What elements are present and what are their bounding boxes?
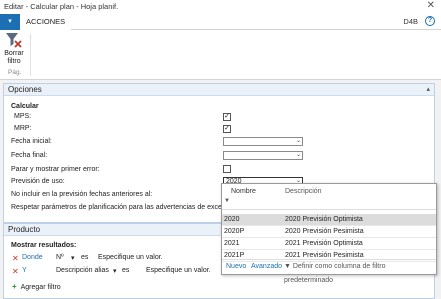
filter-value-input[interactable]: Especifique un valor. <box>146 267 211 274</box>
parar-checkbox[interactable] <box>223 165 231 173</box>
respetar-label: Respetar parámetros de planificación par… <box>11 204 241 211</box>
dropdown-row[interactable]: 2020 2020 Previsión Optimista <box>222 214 436 226</box>
prevision-dropdown: Nombre Descripción ▼ 2020 2020 Previsión… <box>221 183 437 284</box>
window-title: Editar - Calcular plan - Hoja planif. <box>4 2 119 11</box>
ribbon-separator <box>30 34 31 76</box>
company-label: D4B <box>403 17 418 26</box>
definir-filtro-link[interactable]: ▼ Definir como columna de filtro predete… <box>284 260 436 288</box>
agregar-filtro-label: Agregar filtro <box>20 284 61 291</box>
filter-icon: ▼ <box>284 263 293 270</box>
mrp-label: MRP: <box>14 125 32 132</box>
fecha-final-label: Fecha final: <box>11 152 48 159</box>
mrp-checkbox[interactable]: ✓ <box>223 125 231 133</box>
filter-connector: Y <box>22 267 27 274</box>
filter-field-dropdown-icon[interactable]: ▾ <box>71 254 75 262</box>
dropdown-row[interactable]: 2020P 2020 Previsión Pesimista <box>222 226 436 238</box>
row-descripcion: 2020 Previsión Optimista <box>285 216 363 223</box>
row-nombre: 2020 <box>224 216 240 223</box>
parar-label: Parar y mostrar primer error: <box>11 166 100 173</box>
dropdown-row[interactable]: 2021 2021 Previsión Optimista <box>222 238 436 250</box>
tab-acciones[interactable]: ACCIONES <box>20 14 72 30</box>
filter-row: ✕ Donde Nº ▾ es Especifique un valor. <box>12 254 222 263</box>
definir-label: Definir como columna de filtro predeterm… <box>284 263 386 284</box>
row-descripcion: 2021 Previsión Optimista <box>285 240 363 247</box>
window-titlebar: Editar - Calcular plan - Hoja planif. ✕ <box>0 0 441 14</box>
ribbon-group-label: Pág. <box>8 69 22 76</box>
dropdown-header: Nombre Descripción ▼ <box>222 184 436 204</box>
header-divider <box>222 209 436 210</box>
filter-row: ✕ Y Descripción alias ▾ es Especifique u… <box>12 267 222 276</box>
chevron-down-icon[interactable]: ⌄ <box>296 138 301 145</box>
filter-field[interactable]: Nº <box>56 254 64 261</box>
fecha-inicial-label: Fecha inicial: <box>11 138 52 145</box>
filter-operator[interactable]: es <box>122 267 129 274</box>
help-icon[interactable]: ? <box>425 16 435 26</box>
filter-icon[interactable]: ▼ <box>224 198 230 204</box>
opciones-title: Opciones <box>8 85 42 94</box>
agregar-filtro-button[interactable]: + Agregar filtro <box>12 282 61 291</box>
app-menu-button[interactable]: ▾ <box>0 14 20 30</box>
filter-connector: Donde <box>22 254 43 261</box>
remove-filter-icon[interactable]: ✕ <box>12 267 19 276</box>
mps-checkbox[interactable]: ✓ <box>223 113 231 121</box>
prevision-label: Previsión de uso: <box>11 178 65 185</box>
plus-icon: + <box>12 282 17 291</box>
borrar-filtro-label: Borrar filtro <box>4 50 24 65</box>
filter-operator[interactable]: es <box>81 254 88 261</box>
avanzado-link[interactable]: Avanzado <box>251 260 282 274</box>
remove-filter-icon[interactable]: ✕ <box>12 254 19 263</box>
filter-value-input[interactable]: Especifique un valor. <box>98 254 163 261</box>
ribbon-tabs: ▾ ACCIONES D4B ? <box>0 14 441 30</box>
borrar-filtro-button[interactable]: Borrar filtro <box>3 32 25 66</box>
nuevo-link[interactable]: Nuevo <box>226 260 246 274</box>
mostrar-resultados-label: Mostrar resultados: <box>11 242 77 249</box>
chevron-down-icon[interactable]: ⌄ <box>296 152 301 159</box>
dropdown-footer: Nuevo Avanzado ▼ Definir como columna de… <box>222 259 436 284</box>
fecha-inicial-field[interactable]: ⌄ <box>223 137 303 146</box>
row-nombre: 2020P <box>224 228 245 235</box>
collapse-icon[interactable]: ▴ <box>426 84 430 96</box>
opciones-header[interactable]: Opciones ▴ <box>4 84 434 96</box>
producto-title: Producto <box>8 225 41 234</box>
mps-label: MPS: <box>14 113 32 120</box>
clear-filter-icon <box>6 33 22 48</box>
row-nombre: 2021 <box>224 240 240 247</box>
calcular-label: Calcular <box>11 103 39 110</box>
no-incluir-label: No incluir en la previsión fechas anteri… <box>11 191 153 198</box>
ribbon: Borrar filtro Pág. <box>0 30 441 80</box>
col-descripcion-header[interactable]: Descripción <box>285 188 322 195</box>
filter-field[interactable]: Descripción alias <box>56 267 109 274</box>
col-nombre-header[interactable]: Nombre <box>231 188 256 195</box>
filter-field-dropdown-icon[interactable]: ▾ <box>113 267 117 275</box>
close-icon[interactable]: ✕ <box>427 0 435 11</box>
row-descripcion: 2020 Previsión Pesimista <box>285 228 364 235</box>
fecha-final-field[interactable]: ⌄ <box>223 151 303 160</box>
